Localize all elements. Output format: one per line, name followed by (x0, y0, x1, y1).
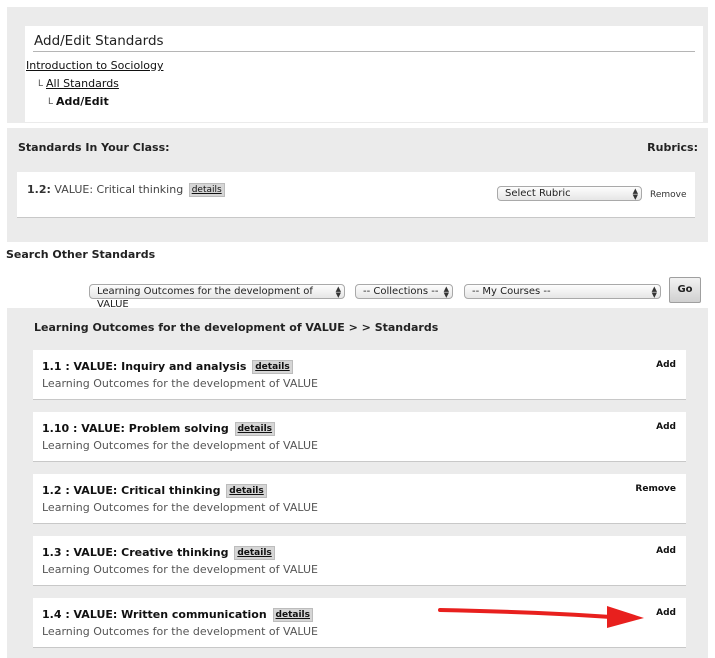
add-button[interactable]: Add (656, 422, 676, 432)
remove-button[interactable]: Remove (635, 484, 676, 494)
result-subtitle: Learning Outcomes for the development of… (42, 377, 318, 390)
result-title: 1.1 : VALUE: Inquiry and analysis detail… (42, 360, 293, 374)
select-arrows-icon: ▲ ▼ (632, 187, 638, 201)
go-button[interactable]: Go (669, 277, 701, 303)
my-courses-select-value: -- My Courses -- (472, 286, 551, 297)
result-title-text: 1.3 : VALUE: Creative thinking (42, 546, 229, 559)
details-button[interactable]: details (226, 484, 267, 498)
result-title-text: 1.4 : VALUE: Written communication (42, 608, 267, 621)
breadcrumb-course-link[interactable]: Introduction to Sociology (26, 59, 163, 72)
details-button[interactable]: details (252, 360, 293, 374)
result-subtitle: Learning Outcomes for the development of… (42, 625, 318, 638)
details-button[interactable]: details (234, 546, 275, 560)
source-select[interactable]: Learning Outcomes for the development of… (89, 284, 345, 310)
class-standards-title: Standards In Your Class: (18, 141, 170, 154)
result-title-text: 1.10 : VALUE: Problem solving (42, 422, 229, 435)
class-standard-code: 1.2: (27, 183, 51, 196)
header-card: Add/Edit Standards Introduction to Socio… (25, 26, 703, 122)
select-arrows-icon: ▲ ▼ (335, 285, 341, 299)
red-arrow-icon (438, 606, 644, 628)
header-panel: Add/Edit Standards Introduction to Socio… (7, 7, 708, 123)
result-item: 1.2 : VALUE: Critical thinking details L… (33, 474, 686, 524)
breadcrumb-all-standards-link[interactable]: All Standards (46, 77, 119, 90)
result-title: 1.3 : VALUE: Creative thinking details (42, 546, 275, 560)
result-subtitle: Learning Outcomes for the development of… (42, 501, 318, 514)
remove-standard-link[interactable]: Remove (650, 190, 687, 200)
select-arrows-icon: ▲ ▼ (443, 285, 449, 299)
details-button[interactable]: details (272, 608, 313, 622)
my-courses-select[interactable]: -- My Courses -- ▲ ▼ (464, 284, 661, 299)
rubrics-title: Rubrics: (647, 141, 698, 154)
collections-select-value: -- Collections -- (363, 286, 439, 297)
source-select-value: Learning Outcomes for the development of… (97, 286, 313, 310)
result-item: 1.3 : VALUE: Creative thinking details L… (33, 536, 686, 586)
rubric-select-value: Select Rubric (505, 188, 571, 199)
details-button[interactable]: details (188, 183, 225, 197)
result-title: 1.10 : VALUE: Problem solving details (42, 422, 276, 436)
results-heading: Learning Outcomes for the development of… (34, 321, 439, 334)
result-item: 1.10 : VALUE: Problem solving details Le… (33, 412, 686, 462)
details-button[interactable]: details (234, 422, 276, 436)
class-standard-row: 1.2: VALUE: Critical thinking details Se… (17, 172, 695, 218)
result-title-text: 1.2 : VALUE: Critical thinking (42, 484, 221, 497)
add-button[interactable]: Add (656, 546, 676, 556)
result-title-text: 1.1 : VALUE: Inquiry and analysis (42, 360, 247, 373)
class-standards-panel: Standards In Your Class: Rubrics: 1.2: V… (7, 128, 708, 242)
breadcrumb-current: Add/Edit (56, 95, 109, 108)
class-standard-name: VALUE: Critical thinking (54, 183, 184, 196)
collections-select[interactable]: -- Collections -- ▲ ▼ (355, 284, 453, 299)
breadcrumb-indent-icon: ᒪ (38, 79, 44, 89)
add-button[interactable]: Add (656, 608, 676, 618)
page-title: Add/Edit Standards (34, 33, 164, 49)
title-divider (33, 51, 695, 52)
class-standard-item: 1.2: VALUE: Critical thinking details (27, 183, 225, 197)
result-subtitle: Learning Outcomes for the development of… (42, 439, 318, 452)
select-arrows-icon: ▲ ▼ (651, 285, 657, 299)
breadcrumb-indent-icon: ᒪ (48, 97, 54, 107)
result-item: 1.1 : VALUE: Inquiry and analysis detail… (33, 350, 686, 400)
search-standards-title: Search Other Standards (6, 248, 156, 261)
add-button[interactable]: Add (656, 360, 676, 370)
result-title: 1.4 : VALUE: Written communication detai… (42, 608, 313, 622)
rubric-select[interactable]: Select Rubric ▲ ▼ (497, 186, 642, 201)
result-title: 1.2 : VALUE: Critical thinking details (42, 484, 267, 498)
result-subtitle: Learning Outcomes for the development of… (42, 563, 318, 576)
